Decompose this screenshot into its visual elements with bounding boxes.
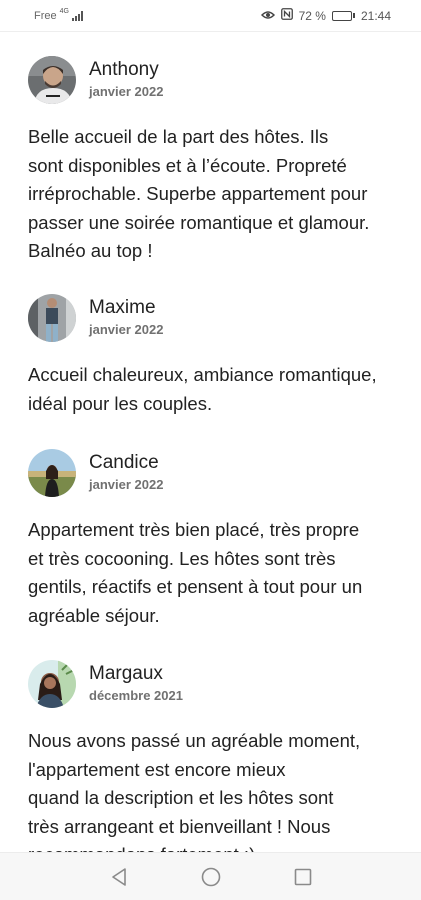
status-bar: Free 4G 72 % 21:44 [0,0,421,32]
review-header: Margaux décembre 2021 [28,660,398,708]
avatar[interactable] [28,660,76,708]
reviewer-info: Margaux décembre 2021 [89,663,183,705]
review-item: Maxime janvier 2022 Accueil chaleureux, … [28,294,398,418]
reviewer-name[interactable]: Maxime [89,297,163,319]
review-text: Belle accueil de la part des hôtes. Ils … [28,126,370,261]
recents-icon[interactable] [291,865,315,889]
avatar[interactable] [28,294,76,342]
avatar[interactable] [28,56,76,104]
reviewer-info: Candice janvier 2022 [89,452,163,494]
review-text: Nous avons passé un agréable moment, l'a… [28,730,361,852]
review-header: Maxime janvier 2022 [28,294,398,342]
review-item: Margaux décembre 2021 Nous avons passé u… [28,660,398,852]
network-type: 4G [59,8,69,15]
nfc-icon [280,8,293,23]
reviewer-info: Anthony janvier 2022 [89,59,163,101]
battery-percent: 72 % [298,8,326,23]
review-item: Anthony janvier 2022 Belle accueil de la… [28,56,398,266]
review-text: Accueil chaleureux, ambiance romantique,… [28,364,377,414]
carrier-name: Free [34,9,57,22]
navigation-bar [0,852,421,900]
review-date: janvier 2022 [89,477,164,492]
review-header: Anthony janvier 2022 [28,56,398,104]
reviewer-name[interactable]: Anthony [89,59,163,81]
battery-icon [331,10,355,21]
reviewer-name[interactable]: Candice [89,452,163,474]
reviewer-name[interactable]: Margaux [89,663,183,685]
eye-comfort-icon [260,9,275,23]
home-icon[interactable] [199,865,223,889]
review-date: janvier 2022 [89,84,164,99]
review-header: Candice janvier 2022 [28,449,398,497]
back-icon[interactable] [107,865,131,889]
review-date: janvier 2022 [89,322,164,337]
review-date: décembre 2021 [89,688,183,703]
clock: 21:44 [360,8,391,23]
review-item: Candice janvier 2022 Appartement très bi… [28,449,398,630]
reviewer-info: Maxime janvier 2022 [89,297,163,339]
reviews-list[interactable]: Anthony janvier 2022 Belle accueil de la… [0,32,421,852]
status-left: Free 4G [34,8,83,22]
status-right: 72 % 21:44 [260,8,391,23]
avatar[interactable] [28,449,76,497]
review-text: Appartement très bien placé, très propre… [28,519,363,626]
signal-icon [71,10,83,21]
